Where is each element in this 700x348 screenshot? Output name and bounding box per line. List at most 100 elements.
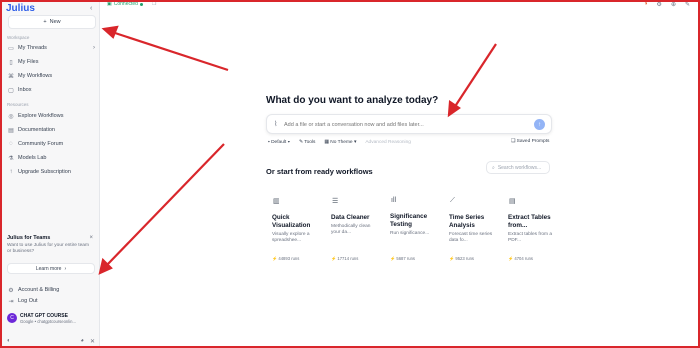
send-button[interactable]: ↑ [534, 119, 545, 130]
gear-icon: ⚙ [8, 287, 14, 294]
prompt-box[interactable]: ⌇ ↑ [266, 114, 552, 134]
theme-selector[interactable]: ▦ No Theme ▾ [324, 140, 356, 145]
workflow-card-time-series[interactable]: ⟋ Time Series Analysis Forecast time ser… [443, 193, 498, 268]
avatar: C [7, 313, 17, 323]
chat-icon: ▭ [8, 45, 14, 52]
moon-icon[interactable]: ◐ [7, 338, 11, 345]
inbox-icon: ▢ [8, 87, 14, 94]
workflow-runs: ⚡ 9523 runs [449, 256, 475, 261]
search-icon: ⌕ [492, 164, 495, 171]
arrowhead-teams-card [98, 257, 113, 275]
forum-icon: ◌ [9, 141, 13, 147]
learn-more-button[interactable]: Learn more › [7, 263, 95, 274]
bar-small-icon: ıll [391, 197, 397, 204]
workflow-runs: ⚡ 5687 runs [390, 256, 416, 261]
workflow-card-significance-testing[interactable]: ıll Significance Testing Run significanc… [384, 193, 439, 268]
logout-link[interactable]: ⇥ Log Out [7, 296, 95, 306]
tools-button[interactable]: ✎ Tools [299, 140, 315, 145]
workflow-desc: Run significance... [390, 231, 430, 236]
sliders-icon: ☰ [332, 198, 339, 205]
account-billing-link[interactable]: ⚙ Account & Billing [7, 285, 95, 295]
workflow-desc: Methodically clean your da... [331, 224, 371, 235]
bookmark-icon: ❑ [511, 139, 516, 144]
logout-label: Log Out [18, 298, 38, 304]
sidebar-footer-icons: ◐ ◕ ✕ [7, 338, 95, 345]
discord-icon[interactable]: ◕ [80, 338, 84, 345]
sidebar-item-explore-workflows[interactable]: ◎ Explore Workflows [7, 111, 95, 121]
collapse-sidebar-icon[interactable]: ‹ [90, 5, 92, 12]
user-email: Google • chatgptcourseonlin... [20, 318, 76, 324]
sidebar-item-documentation[interactable]: ▤ Documentation [7, 125, 95, 135]
settings-icon[interactable]: ⚙ [657, 1, 662, 8]
sidebar-item-label: Community Forum [18, 141, 64, 147]
compose-icon[interactable]: ✎ [685, 1, 690, 8]
workflow-search[interactable]: ⌕ Search workflows... [486, 161, 550, 174]
runs-count: 44893 runs [278, 256, 300, 261]
page-title: What do you want to analyze today? [266, 95, 439, 106]
database-icon: ▣ [107, 1, 112, 7]
workspace-section-title: Workspace [7, 35, 30, 40]
chart-bar-icon: ▥ [273, 198, 280, 205]
status-dot-icon [139, 2, 143, 6]
logout-icon: ⇥ [8, 298, 14, 305]
sidebar-item-label: My Threads [18, 45, 47, 51]
search-placeholder: Search workflows... [497, 164, 542, 171]
saved-prompts-button[interactable]: ❑ Saved Prompts [511, 139, 549, 144]
app-logo[interactable]: Julius [6, 3, 35, 14]
workflows-heading: Or start from ready workflows [266, 167, 373, 176]
runs-count: 9523 runs [455, 256, 475, 261]
copy-icon[interactable]: ❐ [152, 1, 156, 7]
sidebar-item-inbox[interactable]: ▢ Inbox [7, 85, 95, 95]
share-icon[interactable]: ⊕ [671, 1, 676, 8]
flask-icon: ⚗ [8, 155, 14, 162]
sidebar-item-label: Explore Workflows [18, 113, 64, 119]
advanced-reasoning-toggle[interactable]: Advanced Reasoning [365, 140, 411, 145]
workflow-card-data-cleaner[interactable]: ☰ Data Cleaner Methodically clean your d… [325, 193, 380, 268]
workflow-card-quick-visualization[interactable]: ▥ Quick Visualization Visually explore a… [266, 193, 321, 268]
workflow-runs: ⚡ 4704 runs [508, 256, 534, 261]
upgrade-icon: ↑ [9, 169, 13, 175]
paperclip-icon[interactable]: ⌇ [274, 120, 277, 128]
theme-label: No Theme [330, 139, 353, 145]
chevron-right-icon: › [64, 265, 67, 272]
connection-status[interactable]: ▣ Connected ❐ [107, 1, 156, 7]
sidebar-item-label: Documentation [18, 127, 55, 133]
compass-icon: ◎ [8, 113, 14, 120]
workflow-desc: Forecast time series data fo... [449, 232, 493, 243]
workflow-desc: Visually explore a spreadshee... [272, 232, 310, 243]
sidebar-item-my-workflows[interactable]: ⌘ My Workflows [7, 71, 95, 81]
runs-count: 17714 runs [337, 256, 359, 261]
prompt-toolbar: ⬩ Default ▾ ✎ Tools ▦ No Theme ▾ Advance… [268, 139, 411, 146]
model-label: Default [271, 140, 287, 145]
sidebar-item-label: Inbox [18, 87, 32, 93]
sidebar-item-label: My Files [18, 59, 39, 65]
file-icon: ▯ [9, 59, 13, 66]
workflow-title: Time Series Analysis [449, 214, 485, 229]
arrow-to-new-button [111, 30, 229, 72]
workflow-icon: ⌘ [8, 73, 14, 80]
account-billing-label: Account & Billing [18, 287, 60, 293]
workflow-title: Quick Visualization [272, 214, 311, 229]
teams-promo-card: Julius for Teams × Want to use Julius fo… [7, 235, 95, 281]
teams-title: Julius for Teams [7, 235, 51, 241]
theme-icon[interactable]: ◑ [644, 1, 648, 8]
sidebar-item-my-files[interactable]: ▯ My Files [7, 57, 95, 67]
new-thread-button[interactable]: + New [8, 15, 96, 29]
sidebar-item-my-threads[interactable]: ▭ My Threads › [7, 43, 95, 53]
user-profile[interactable]: C CHAT GPT COURSE Google • chatgptcourse… [7, 310, 97, 326]
prompt-input[interactable] [284, 119, 524, 131]
top-right-actions: ◑ ⚙ ⊕ ✎ [644, 1, 690, 8]
x-icon[interactable]: ✕ [90, 338, 95, 345]
connection-status-label: Connected [113, 1, 138, 7]
sidebar-item-upgrade-subscription[interactable]: ↑ Upgrade Subscription [7, 167, 95, 177]
workflow-card-extract-tables[interactable]: ▤ Extract Tables from... Extract tables … [502, 193, 557, 268]
close-icon[interactable]: × [89, 235, 93, 241]
new-thread-label: New [49, 19, 61, 25]
arrow-to-prompt-box [453, 43, 497, 109]
book-icon: ▤ [8, 127, 14, 134]
sidebar-item-models-lab[interactable]: ⚗ Models Lab [7, 153, 95, 163]
model-selector[interactable]: ⬩ Default ▾ [268, 139, 290, 145]
sidebar-item-community-forum[interactable]: ◌ Community Forum [7, 139, 95, 149]
workflow-title: Extract Tables from... [508, 214, 551, 229]
sidebar-item-label: Upgrade Subscription [18, 169, 71, 175]
